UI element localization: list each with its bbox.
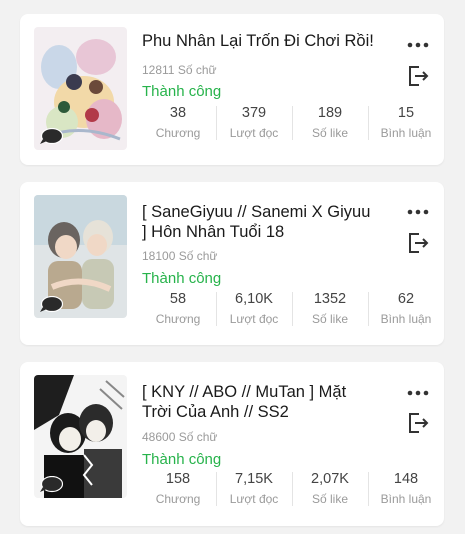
exit-icon[interactable] (407, 232, 429, 254)
stat-value: 7,15K (235, 471, 273, 487)
word-count: 12811 Số chữ (142, 63, 217, 77)
status-label: Thành công (142, 83, 222, 100)
exit-icon[interactable] (407, 65, 429, 87)
stat-value: 379 (241, 105, 267, 121)
stat-value: 15 (397, 105, 415, 121)
stat-reads: 6,10K Lượt đọc (216, 290, 292, 330)
more-options-icon[interactable] (406, 41, 430, 49)
stat-label: Chương (155, 492, 201, 506)
stat-reads: 379 Lượt đọc (216, 104, 292, 144)
story-cover[interactable] (34, 27, 127, 150)
status-label: Thành công (142, 451, 222, 468)
more-options-icon[interactable] (406, 389, 430, 397)
story-card[interactable]: [ KNY // ABO // MuTan ] Mặt Trời Của Anh… (20, 362, 444, 526)
stat-label: Bình luận (380, 492, 432, 506)
stat-value: 158 (165, 471, 191, 487)
stat-value: 62 (397, 291, 415, 307)
stat-chapters: 38 Chương (140, 104, 216, 144)
story-title[interactable]: Phu Nhân Lại Trốn Đi Chơi Rồi! (142, 31, 378, 51)
stat-value: 38 (169, 105, 187, 121)
stat-label: Lượt đọc (229, 312, 279, 326)
stat-value: 2,07K (311, 471, 349, 487)
stat-likes: 189 Số like (292, 104, 368, 144)
stat-label: Bình luận (380, 126, 432, 140)
stats-row: 58 Chương 6,10K Lượt đọc 1352 Số like 62 Bìn… (140, 290, 444, 330)
stat-comments: 62 Bình luận (368, 290, 444, 330)
stat-label: Chương (155, 126, 201, 140)
stat-label: Lượt đọc (229, 126, 279, 140)
stat-label: Số like (311, 312, 349, 326)
story-cover[interactable] (34, 195, 127, 318)
stat-label: Số like (311, 126, 349, 140)
status-label: Thành công (142, 270, 222, 287)
more-options-icon[interactable] (406, 208, 430, 216)
stat-likes: 1352 Số like (292, 290, 368, 330)
stat-label: Bình luận (380, 312, 432, 326)
story-title[interactable]: [ KNY // ABO // MuTan ] Mặt Trời Của Anh… (142, 382, 378, 422)
story-card[interactable]: Phu Nhân Lại Trốn Đi Chơi Rồi! 12811 Số … (20, 14, 444, 165)
stat-comments: 148 Bình luận (368, 470, 444, 510)
stat-reads: 7,15K Lượt đọc (216, 470, 292, 510)
comment-bubble-icon (40, 296, 63, 313)
comment-bubble-icon (40, 128, 63, 145)
stats-row: 38 Chương 379 Lượt đọc 189 Số like 15 Bình l… (140, 104, 444, 144)
stat-comments: 15 Bình luận (368, 104, 444, 144)
exit-icon[interactable] (407, 412, 429, 434)
stats-row: 158 Chương 7,15K Lượt đọc 2,07K Số like 148… (140, 470, 444, 510)
word-count: 18100 Số chữ (142, 249, 218, 263)
stat-value: 58 (169, 291, 187, 307)
stat-value: 148 (393, 471, 419, 487)
stat-value: 189 (317, 105, 343, 121)
stat-chapters: 158 Chương (140, 470, 216, 510)
stat-value: 1352 (313, 291, 347, 307)
stat-label: Lượt đọc (229, 492, 279, 506)
word-count: 48600 Số chữ (142, 430, 218, 444)
stat-label: Chương (155, 312, 201, 326)
stat-chapters: 58 Chương (140, 290, 216, 330)
comment-bubble-icon (40, 476, 63, 493)
story-cover[interactable] (34, 375, 127, 498)
story-title[interactable]: [ SaneGiyuu // Sanemi X Giyuu ] Hôn Nhân… (142, 202, 378, 242)
stat-likes: 2,07K Số like (292, 470, 368, 510)
stat-label: Số like (311, 492, 349, 506)
stat-value: 6,10K (235, 291, 273, 307)
story-card[interactable]: [ SaneGiyuu // Sanemi X Giyuu ] Hôn Nhân… (20, 182, 444, 345)
